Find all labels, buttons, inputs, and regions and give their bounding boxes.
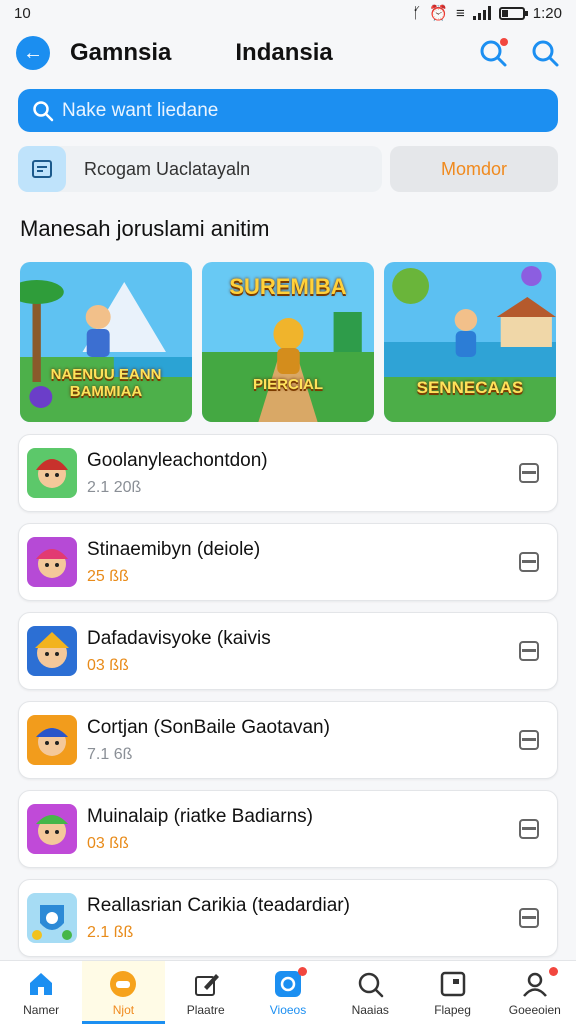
app-icon (27, 448, 77, 498)
nav-card[interactable]: Flapeg (411, 961, 493, 1024)
app-name: Muinalaip (riatke Badiarns) (87, 805, 313, 827)
featured-banners: NAENUU EANN BAMMIAA SUREMIBA PIERCIAL SE… (20, 262, 556, 422)
app-meta: 2.1 20ß (87, 478, 142, 496)
nav-label: Njot (112, 1002, 135, 1017)
nav-label: Naaias (351, 1002, 389, 1017)
back-button[interactable]: ← (16, 36, 50, 70)
alarm-icon: ⏰ (429, 5, 449, 22)
banner-3-label: SENNECAAS (416, 378, 524, 397)
bluetooth-icon: ᚶ (412, 4, 422, 22)
banner-1[interactable]: NAENUU EANN BAMMIAA (20, 262, 192, 422)
edit-icon (194, 973, 219, 996)
card-icon (440, 971, 465, 996)
nav-label: Plaatre (186, 1002, 225, 1017)
app-icon (27, 893, 77, 943)
program-field[interactable]: Rcogam Uaclatayaln (18, 146, 382, 192)
nav-profile[interactable]: Goeeoien (494, 961, 576, 1024)
menu-icon[interactable] (519, 908, 539, 928)
banner-2[interactable]: SUREMIBA PIERCIAL (202, 262, 374, 422)
app-meta: 25 ßß (87, 567, 129, 585)
menu-icon[interactable] (519, 463, 539, 483)
list-item[interactable]: Reallasrian Carikia (teadardiar) 2.1 ßß (18, 879, 558, 957)
app-name: Goolanyleachontdon) (87, 449, 268, 471)
program-row: Rcogam Uaclatayaln Momdor (18, 146, 558, 192)
nav-label: Goeeoien (508, 1002, 561, 1017)
app-icon (27, 715, 77, 765)
app-list: Goolanyleachontdon) 2.1 20ß Stinaemibyn … (18, 434, 558, 968)
arrow-left-icon: ← (23, 41, 43, 64)
document-icon (18, 146, 66, 192)
banner-1-label: NAENUU EANN BAMMIAA (50, 366, 162, 400)
app-icon (27, 537, 77, 587)
banner-2-label: PIERCIAL (252, 376, 323, 393)
list-item[interactable]: Cortjan (SonBaile Gaotavan) 7.1 6ß (18, 701, 558, 779)
nav-edit[interactable]: Plaatre (165, 961, 247, 1024)
menu-icon[interactable] (519, 552, 539, 572)
monitor-button[interactable]: Momdor (390, 146, 558, 192)
search-bar[interactable] (18, 89, 558, 132)
banner-3-image (384, 262, 556, 422)
nav-game[interactable]: Njot (82, 961, 165, 1024)
signal-icon (472, 6, 491, 20)
notification-dot (298, 967, 308, 976)
game-icon (110, 970, 137, 997)
wifi-icon: ≡ (456, 4, 465, 22)
section-title: Manesah joruslami anitim (20, 216, 270, 241)
status-time: 1:20 (532, 4, 562, 22)
banner-2-title: SUREMIBA (229, 274, 347, 299)
battery-icon (498, 6, 528, 20)
search-button-secondary[interactable] (530, 38, 560, 68)
menu-icon[interactable] (519, 730, 539, 750)
page-subtitle: Indansia (235, 39, 333, 66)
search-button[interactable] (478, 38, 508, 68)
notification-dot (548, 967, 558, 976)
home-icon (30, 972, 53, 995)
status-icons: ᚶ ⏰ ≡ 1:20 (412, 4, 562, 23)
app-meta: 03 ßß (87, 656, 129, 674)
nav-search[interactable]: Naaias (329, 961, 411, 1024)
banner-3[interactable]: SENNECAAS (384, 262, 556, 422)
app-header: ← Gamnsia Indansia (0, 30, 576, 76)
list-item[interactable]: Stinaemibyn (deiole) 25 ßß (18, 523, 558, 601)
app-name: Reallasrian Carikia (teadardiar) (87, 894, 350, 916)
app-meta: 2.1 ßß (87, 923, 134, 941)
list-item[interactable]: Goolanyleachontdon) 2.1 20ß (18, 434, 558, 512)
app-name: Stinaemibyn (deiole) (87, 538, 261, 560)
search-icon (532, 40, 559, 67)
nav-video[interactable]: Vioeos (247, 961, 329, 1024)
app-name: Dafadavisyoke (kaivis (87, 627, 271, 649)
menu-icon[interactable] (519, 819, 539, 839)
search-icon (359, 972, 384, 997)
nav-label: Vioeos (269, 1002, 307, 1017)
profile-icon (522, 972, 547, 997)
list-item[interactable]: Muinalaip (riatke Badiarns) 03 ßß (18, 790, 558, 868)
nav-label: Flapeg (434, 1002, 471, 1017)
app-meta: 7.1 6ß (87, 745, 133, 763)
program-label: Rcogam Uaclatayaln (84, 158, 251, 179)
app-meta: 03 ßß (87, 834, 129, 852)
status-left-text: 10 (14, 4, 31, 22)
nav-label: Namer (23, 1002, 60, 1017)
search-icon (33, 100, 54, 121)
nav-home[interactable]: Namer (0, 961, 82, 1024)
page-title: Gamnsia (70, 39, 172, 66)
app-icon (27, 804, 77, 854)
status-bar: 10 ᚶ ⏰ ≡ 1:20 (0, 0, 576, 26)
menu-icon[interactable] (519, 641, 539, 661)
search-input[interactable] (62, 99, 522, 122)
app-name: Cortjan (SonBaile Gaotavan) (87, 716, 330, 738)
list-item[interactable]: Dafadavisyoke (kaivis 03 ßß (18, 612, 558, 690)
bottom-nav: Namer Njot Plaatre Vioeos Naaias Flapeg … (0, 960, 576, 1024)
notification-dot (500, 38, 508, 46)
app-icon (27, 626, 77, 676)
